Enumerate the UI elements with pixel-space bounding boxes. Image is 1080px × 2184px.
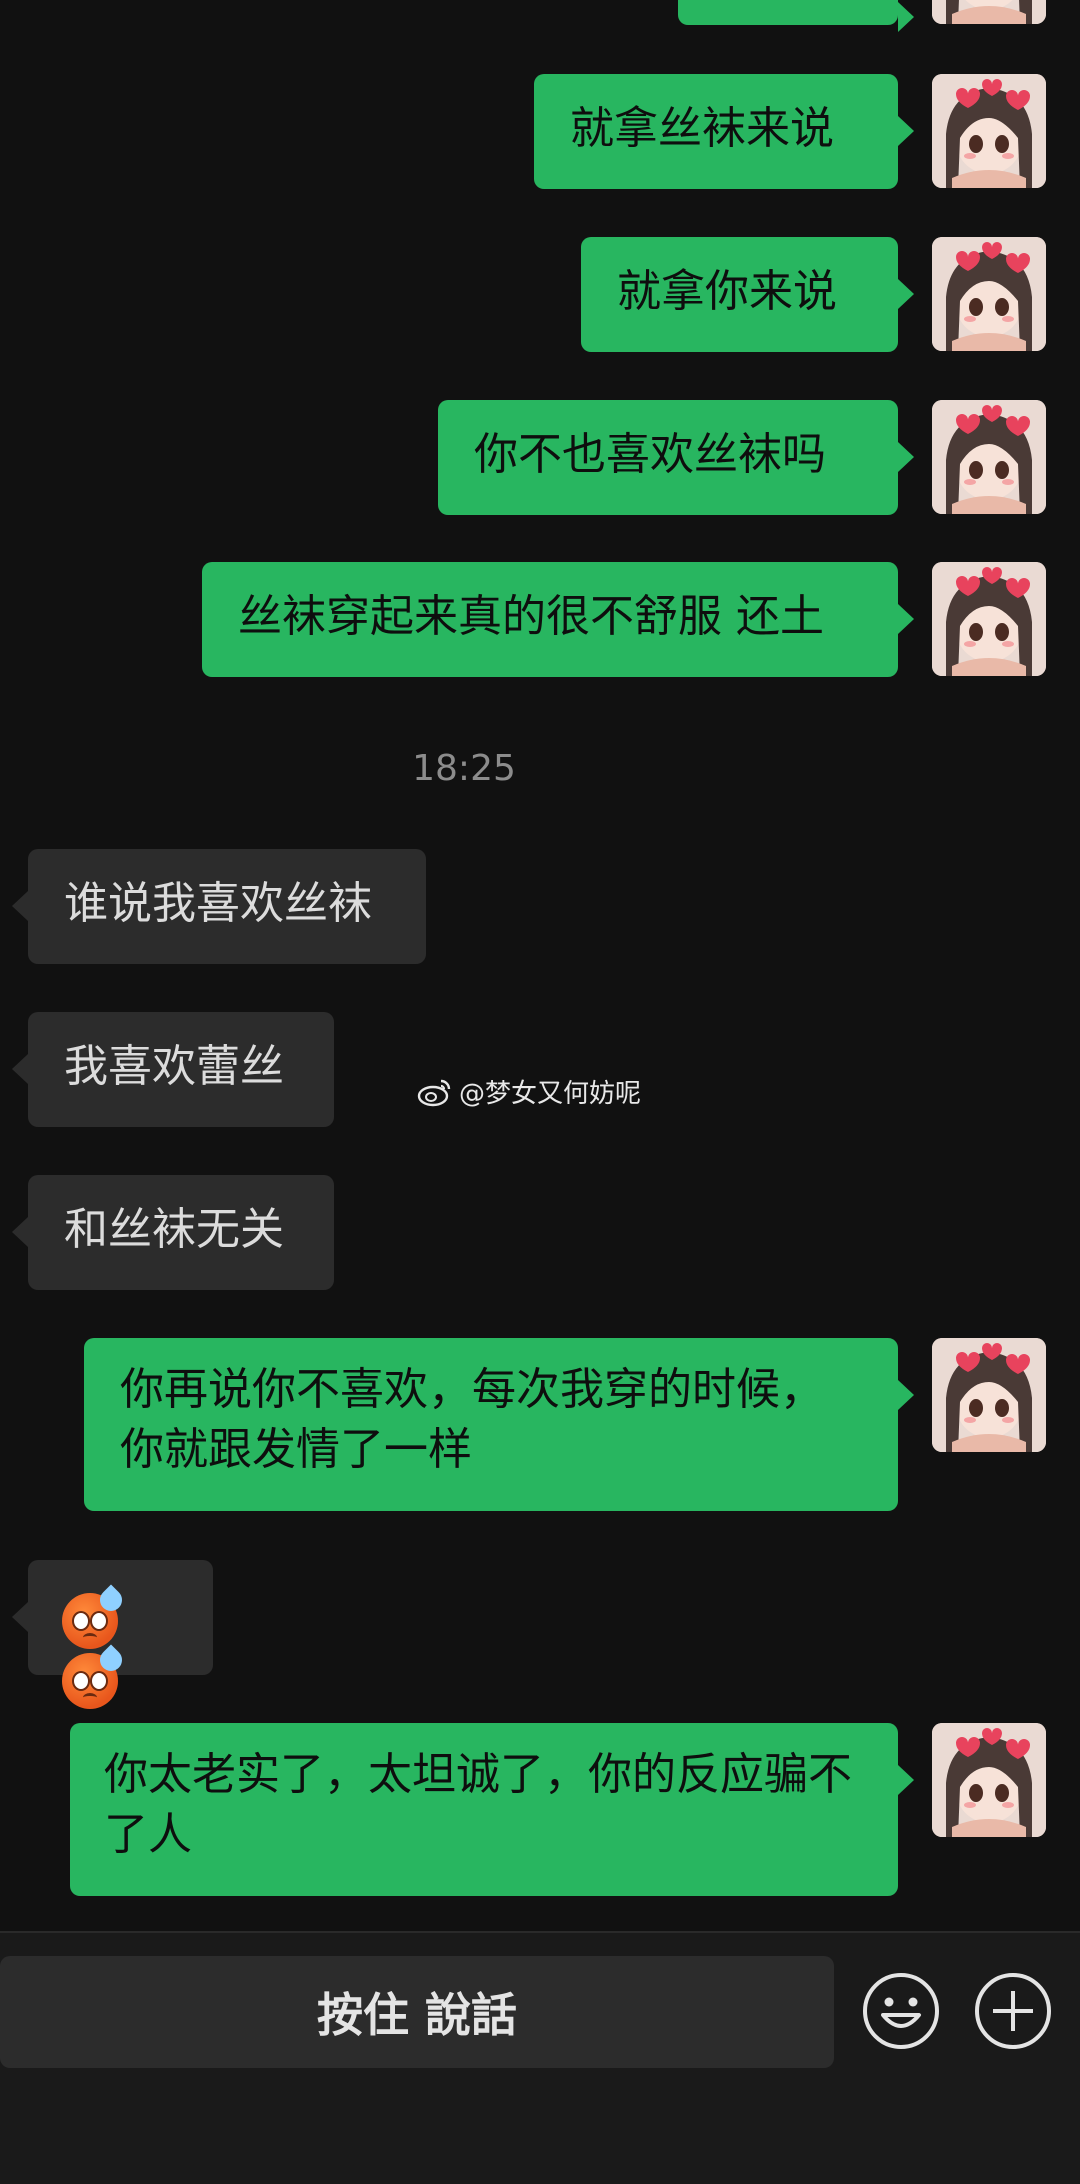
avatar-image — [932, 562, 1046, 676]
avatar-image — [932, 74, 1046, 188]
message-bubble-received[interactable]: 和丝袜无关 — [12, 1175, 334, 1290]
chat-input-bar: 按住 說話 — [0, 1931, 1080, 2184]
message-bubble-received[interactable] — [12, 1560, 213, 1709]
message-bubble-received[interactable]: 谁说我喜欢丝袜 — [12, 849, 426, 964]
weibo-watermark: @梦女又何妨呢 — [417, 1073, 641, 1110]
chat-screen: 就拿丝袜来说 就拿你来说 你不也喜欢丝袜吗 丝袜穿起来真的很不舒服 还土 18:… — [0, 0, 1080, 2184]
avatar-image — [932, 237, 1046, 351]
message-bubble-sent[interactable]: 就拿丝袜来说 — [534, 74, 914, 189]
message-bubble-sent[interactable]: 丝袜穿起来真的很不舒服 还土 — [202, 562, 914, 677]
my-avatar[interactable] — [932, 1723, 1046, 1837]
chat-timestamp: 18:25 — [412, 748, 516, 789]
message-bubble-sent[interactable] — [678, 0, 914, 32]
my-avatar[interactable] — [932, 562, 1046, 676]
my-avatar[interactable] — [932, 74, 1046, 188]
avatar-image — [932, 0, 1046, 24]
my-avatar[interactable] — [932, 237, 1046, 351]
anxious-face-with-sweat-icon — [62, 1644, 127, 1709]
message-bubble-sent[interactable]: 你不也喜欢丝袜吗 — [438, 400, 914, 515]
my-avatar[interactable] — [932, 0, 1046, 24]
hold-to-talk-button[interactable]: 按住 說話 — [0, 1956, 834, 2068]
message-bubble-received[interactable]: 我喜欢蕾丝 — [12, 1012, 334, 1127]
plus-icon — [975, 1973, 1051, 2049]
emoji-button[interactable] — [861, 1971, 941, 2051]
avatar-image — [932, 400, 1046, 514]
my-avatar[interactable] — [932, 400, 1046, 514]
message-bubble-sent[interactable]: 你再说你不喜欢，每次我穿的时候，你就跟发情了一样 — [84, 1338, 914, 1511]
message-bubble-sent[interactable]: 你太老实了，太坦诚了，你的反应骗不了人 — [70, 1723, 914, 1896]
weibo-icon — [417, 1079, 451, 1106]
avatar-image — [932, 1723, 1046, 1837]
my-avatar[interactable] — [932, 1338, 1046, 1452]
smiley-icon — [863, 1973, 939, 2049]
more-button[interactable] — [973, 1971, 1053, 2051]
anxious-face-with-sweat-icon — [62, 1584, 127, 1649]
message-bubble-sent[interactable]: 就拿你来说 — [581, 237, 914, 352]
avatar-image — [932, 1338, 1046, 1452]
